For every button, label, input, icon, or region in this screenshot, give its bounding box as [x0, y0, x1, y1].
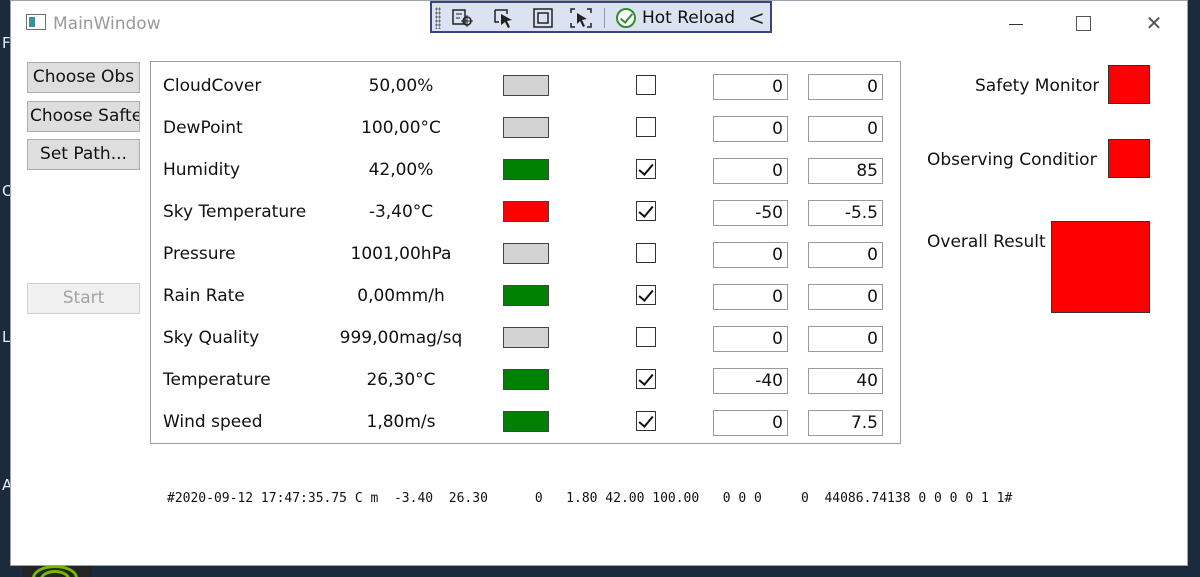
sensor-value: 50,00%	[368, 76, 434, 96]
sensor-grid: CloudCover 50,00% 0 0 DewPoint 100,00°C …	[150, 61, 901, 444]
sensor-row-pressure: Pressure 1001,00hPa 0 0	[151, 232, 900, 274]
maximize-button[interactable]	[1069, 11, 1099, 35]
live-visual-tree-icon[interactable]	[452, 8, 474, 28]
sensor-enable-checkbox[interactable]	[636, 201, 656, 221]
observing-conditions-label: Observing Conditions	[927, 150, 1097, 170]
sensor-name: DewPoint	[163, 118, 243, 138]
minimize-icon	[1009, 24, 1023, 25]
sensor-min-input[interactable]: 0	[713, 410, 788, 436]
sensor-max-input[interactable]: 0	[808, 116, 883, 142]
sensor-status-indicator	[503, 285, 549, 306]
toolbar-separator	[604, 8, 605, 28]
sensor-enable-checkbox[interactable]	[636, 285, 656, 305]
safety-monitor-indicator	[1108, 65, 1150, 104]
sensor-row-dewpoint: DewPoint 100,00°C 0 0	[151, 106, 900, 148]
sensor-min-input[interactable]: 0	[713, 326, 788, 352]
sensor-max-input[interactable]: 85	[808, 158, 883, 184]
sensor-enable-checkbox[interactable]	[636, 243, 656, 263]
sensor-name: CloudCover	[163, 76, 262, 96]
choose-obs-button[interactable]: Choose Obs	[27, 62, 140, 93]
sensor-value: 0,00mm/h	[357, 286, 445, 306]
sensor-status-indicator	[503, 117, 549, 138]
track-focused-element-icon[interactable]	[570, 8, 592, 28]
sensor-min-input[interactable]: 0	[713, 242, 788, 268]
close-icon: ✕	[1145, 11, 1163, 35]
sensor-enable-checkbox[interactable]	[636, 369, 656, 389]
sensor-row-sky-quality: Sky Quality 999,00mag/sq 0 0	[151, 316, 900, 358]
sensor-value: 42,00%	[368, 160, 434, 180]
sensor-status-indicator	[503, 411, 549, 432]
sensor-enable-checkbox[interactable]	[636, 117, 656, 137]
sensor-value: 26,30°C	[366, 370, 436, 390]
overall-result-label: Overall Result	[927, 232, 1046, 252]
sensor-row-humidity: Humidity 42,00% 0 85	[151, 148, 900, 190]
sensor-enable-checkbox[interactable]	[636, 411, 656, 431]
overall-result-indicator	[1051, 221, 1150, 313]
minimize-button[interactable]	[1001, 11, 1031, 35]
toolbar-grip-icon[interactable]	[435, 7, 441, 29]
collapse-toolbar-icon[interactable]: <	[748, 6, 765, 30]
sensor-value: -3,40°C	[368, 202, 434, 222]
sensor-max-input[interactable]: 0	[808, 326, 883, 352]
maximize-icon	[1076, 16, 1091, 31]
hot-reload-label[interactable]: Hot Reload	[642, 8, 735, 28]
sensor-max-input[interactable]: 0	[808, 74, 883, 100]
sensor-name: Sky Temperature	[163, 202, 307, 222]
sensor-min-input[interactable]: -50	[713, 200, 788, 226]
sensor-min-input[interactable]: -40	[713, 368, 788, 394]
window-title: MainWindow	[53, 14, 161, 34]
sensor-value: 1001,00hPa	[350, 244, 452, 264]
sensor-status-indicator	[503, 159, 549, 180]
sensor-max-input[interactable]: 0	[808, 242, 883, 268]
sensor-max-input[interactable]: 40	[808, 368, 883, 394]
sensor-status-indicator	[503, 201, 549, 222]
sensor-row-temperature: Temperature 26,30°C -40 40	[151, 358, 900, 400]
close-button[interactable]: ✕	[1139, 11, 1169, 35]
sensor-enable-checkbox[interactable]	[636, 159, 656, 179]
sensor-value: 1,80m/s	[366, 412, 436, 432]
safety-monitor-label: Safety Monitor	[975, 76, 1100, 96]
choose-safety-button[interactable]: Choose Saftey	[27, 101, 140, 132]
sensor-value: 999,00mag/sq	[339, 328, 463, 348]
sensor-status-indicator	[503, 327, 549, 348]
sensor-name: Rain Rate	[163, 286, 245, 306]
observing-conditions-indicator	[1108, 139, 1150, 178]
sensor-row-wind-speed: Wind speed 1,80m/s 0 7.5	[151, 400, 900, 442]
status-line: #2020-09-12 17:47:35.75 C m -3.40 26.30 …	[167, 491, 1013, 506]
main-window: MainWindow ✕ Hot Reload < Choose Obs Cho…	[10, 0, 1188, 566]
sensor-max-input[interactable]: 0	[808, 284, 883, 310]
hot-reload-status-icon	[616, 8, 636, 28]
start-button[interactable]: Start	[27, 283, 140, 314]
sensor-status-indicator	[503, 369, 549, 390]
app-icon	[26, 14, 46, 30]
sensor-name: Humidity	[163, 160, 241, 180]
sensor-min-input[interactable]: 0	[713, 158, 788, 184]
sensor-name: Pressure	[163, 244, 236, 264]
sensor-enable-checkbox[interactable]	[636, 327, 656, 347]
sensor-name: Temperature	[163, 370, 271, 390]
sensor-name: Sky Quality	[163, 328, 260, 348]
sensor-status-indicator	[503, 75, 549, 96]
sensor-status-indicator	[503, 243, 549, 264]
sensor-max-input[interactable]: 7.5	[808, 410, 883, 436]
sensor-max-input[interactable]: -5.5	[808, 200, 883, 226]
hot-reload-toolbar: Hot Reload <	[430, 1, 772, 33]
sensor-row-sky-temperature: Sky Temperature -3,40°C -50 -5.5	[151, 190, 900, 232]
sensor-enable-checkbox[interactable]	[636, 75, 656, 95]
sensor-name: Wind speed	[163, 412, 263, 432]
sensor-min-input[interactable]: 0	[713, 284, 788, 310]
select-element-icon[interactable]	[493, 8, 515, 28]
sensor-min-input[interactable]: 0	[713, 74, 788, 100]
display-layout-adorners-icon[interactable]	[532, 8, 554, 28]
sensor-min-input[interactable]: 0	[713, 116, 788, 142]
set-path-button[interactable]: Set Path...	[27, 139, 140, 170]
sensor-row-cloudcover: CloudCover 50,00% 0 0	[151, 64, 900, 106]
sensor-row-rain-rate: Rain Rate 0,00mm/h 0 0	[151, 274, 900, 316]
sensor-value: 100,00°C	[361, 118, 441, 138]
